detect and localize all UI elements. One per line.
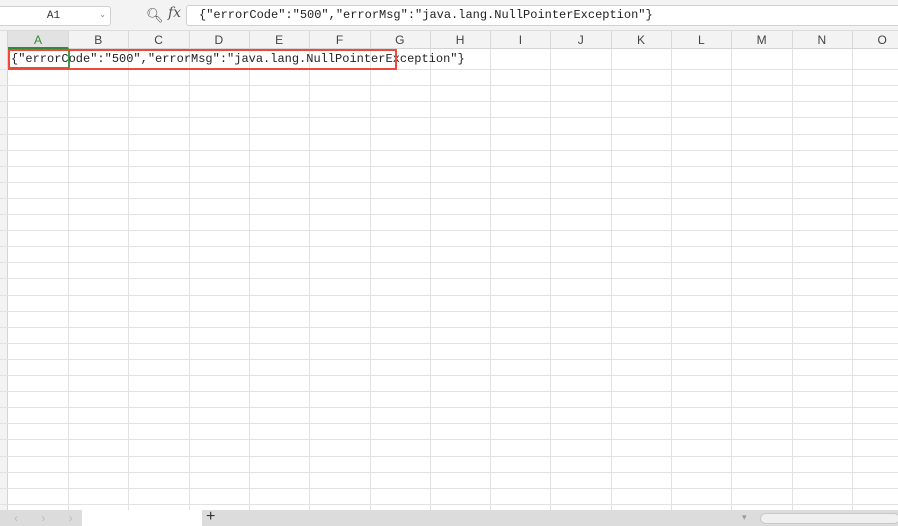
column-header-l[interactable]: L (671, 31, 733, 49)
scroll-left-icon[interactable]: ▾ (742, 512, 747, 523)
grid-line (0, 262, 898, 264)
column-header-m[interactable]: M (732, 31, 793, 49)
grid-line (0, 391, 898, 393)
sheet-nav-arrows[interactable]: ‹ › › (14, 510, 83, 526)
column-header-n[interactable]: N (792, 31, 853, 49)
grid-line (0, 294, 898, 296)
grid-line (0, 503, 898, 505)
column-header-i[interactable]: I (490, 31, 552, 49)
grid-line (0, 455, 898, 457)
grid-line (0, 358, 898, 360)
grid-line (0, 101, 898, 103)
column-header-k[interactable]: K (611, 31, 672, 49)
chevron-down-icon[interactable]: ⌄ (99, 7, 106, 25)
grid-line (0, 310, 898, 312)
grid-line (0, 326, 898, 328)
grid-line (0, 181, 898, 183)
grid-line (0, 439, 898, 441)
name-box-value: A1 (46, 10, 61, 22)
formula-input[interactable]: {"errorCode":"500","errorMsg":"java.lang… (186, 5, 898, 26)
column-header-e[interactable]: E (249, 31, 311, 49)
grid-line (0, 197, 898, 199)
grid-line (0, 133, 898, 135)
grid-line (0, 278, 898, 280)
fx-icon[interactable]: fx (168, 5, 181, 21)
grid-line (0, 487, 898, 489)
sheet-tab[interactable] (82, 510, 202, 526)
highlight-box (8, 49, 397, 70)
column-header-h[interactable]: H (430, 31, 492, 49)
column-headers: ABCDEFGHIJKLMNO (0, 31, 898, 49)
grid-line (0, 471, 898, 473)
grid-line (0, 375, 898, 376)
name-box[interactable]: A1 ⌄ (0, 6, 111, 26)
grid-line (0, 230, 898, 232)
sheet-grid[interactable] (0, 49, 898, 510)
column-header-b[interactable]: B (68, 31, 130, 49)
grid-line (0, 214, 898, 215)
grid-line (0, 85, 898, 87)
column-header-g[interactable]: G (370, 31, 431, 49)
add-sheet-button[interactable]: + (206, 508, 215, 526)
grid-line (0, 342, 898, 344)
grid-line (0, 149, 898, 151)
sheet-tab-bar: ‹ › › + ▾ (0, 508, 898, 526)
horizontal-scrollbar[interactable] (760, 513, 898, 524)
column-header-d[interactable]: D (189, 31, 250, 49)
column-header-a[interactable]: A (8, 31, 69, 49)
formula-bar-area: A1 ⌄ 🔍︎ fx {"errorCode":"500","errorMsg":… (0, 0, 898, 31)
column-header-o[interactable]: O (852, 31, 898, 49)
column-header-c[interactable]: C (129, 31, 190, 49)
zoom-icon[interactable]: 🔍︎ (146, 7, 164, 24)
column-header-f[interactable]: F (310, 31, 371, 49)
column-header-j[interactable]: J (551, 31, 612, 49)
grid-line (0, 246, 898, 248)
grid-line (0, 165, 898, 167)
grid-line (0, 407, 898, 409)
grid-line (0, 117, 898, 119)
grid-line (0, 423, 898, 425)
